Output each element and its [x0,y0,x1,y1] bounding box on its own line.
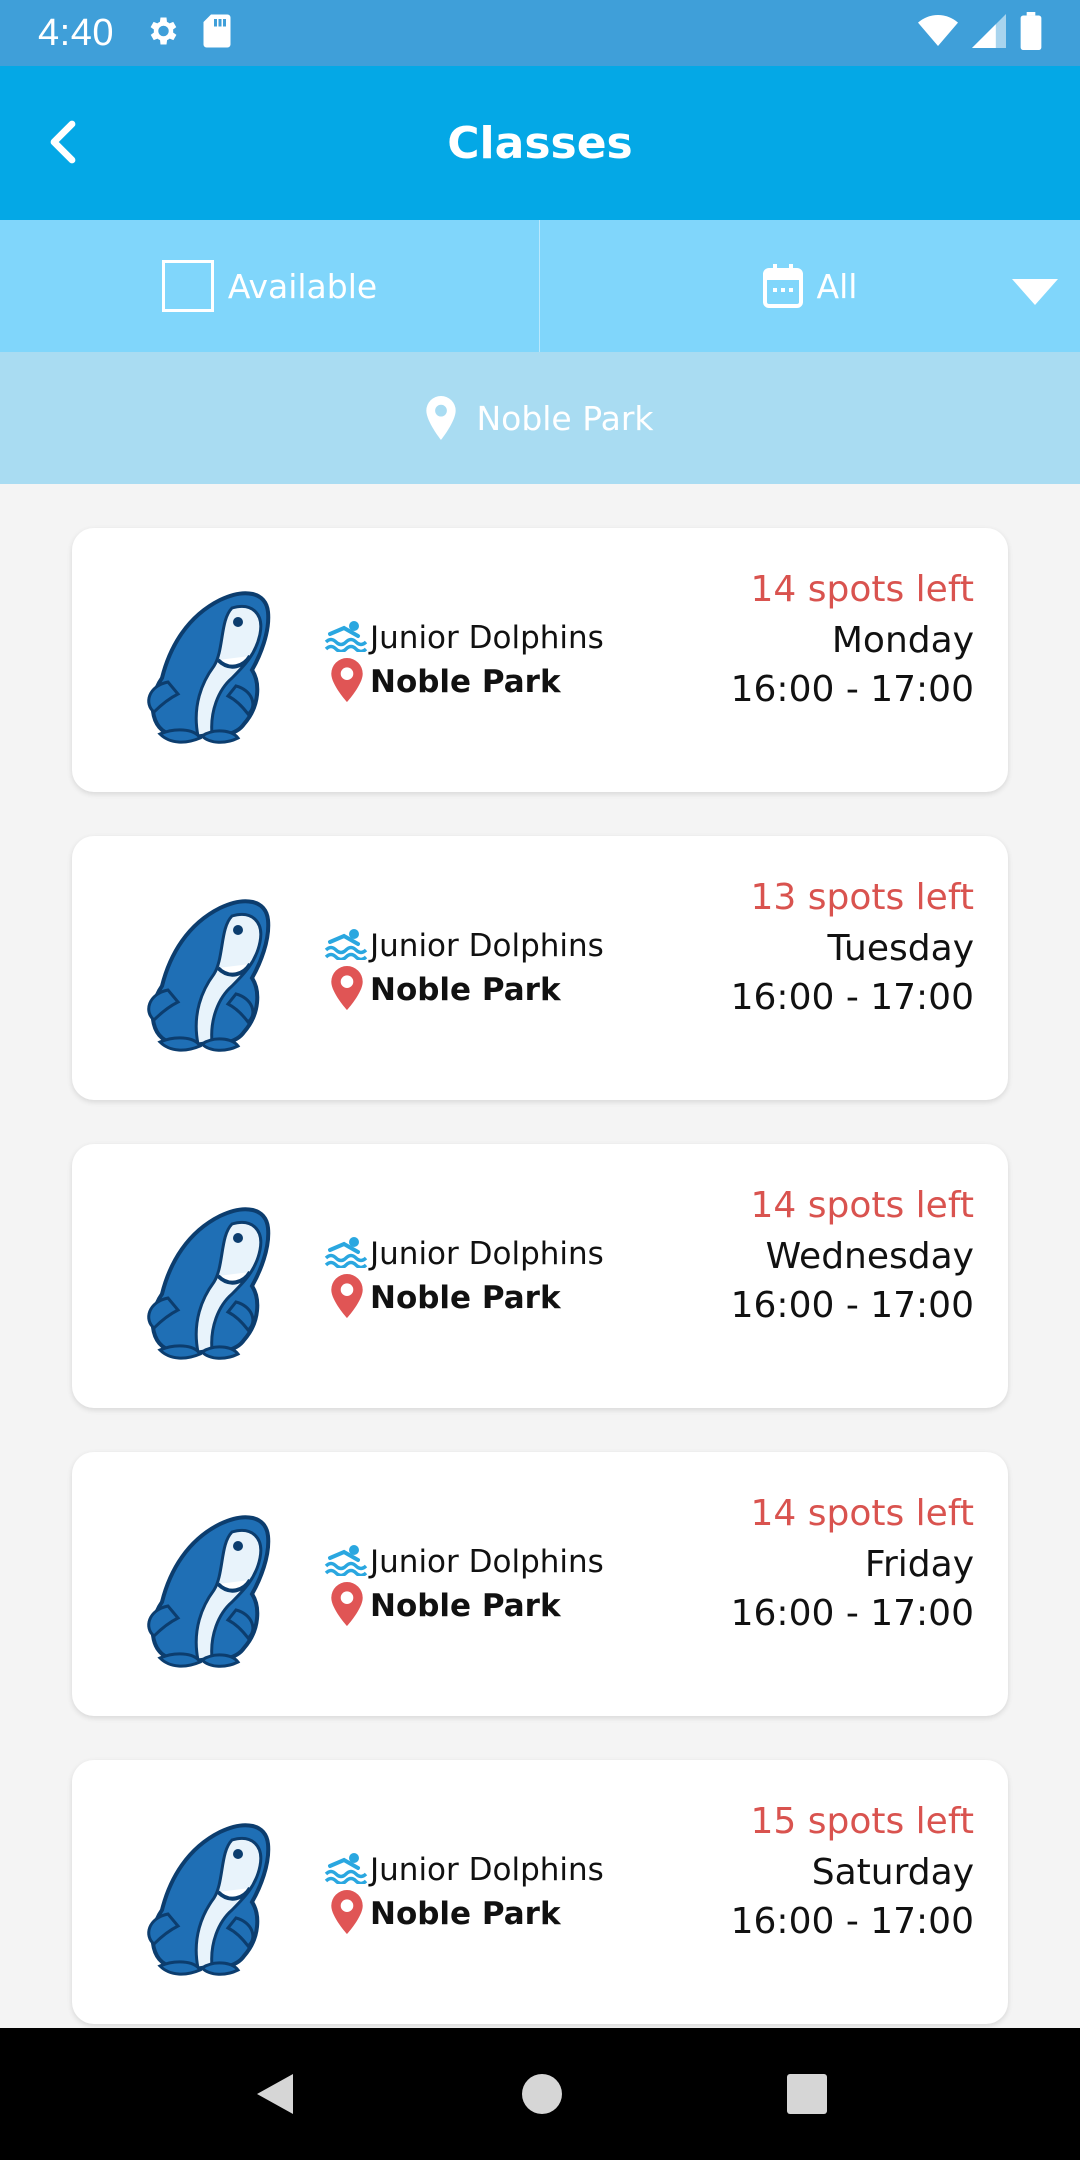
available-label: Available [227,266,378,306]
class-location: Noble Park [370,1896,561,1932]
class-location-row: Noble Park [324,658,604,706]
class-name-row: Junior Dolphins [324,616,604,660]
swimmer-icon [324,1544,368,1580]
class-time: 16:00 - 17:00 [730,977,974,1018]
battery-icon [1020,12,1042,54]
status-time: 4:40 [38,11,114,54]
spots-left: 14 spots left [750,569,974,610]
class-list[interactable]: Junior Dolphins Noble Park 14 spots left… [0,484,1080,2028]
class-name: Junior Dolphins [370,1236,604,1272]
chevron-left-icon [44,118,80,170]
class-day: Wednesday [765,1236,974,1277]
class-location-row: Noble Park [324,1582,604,1630]
class-location-row: Noble Park [324,1890,604,1938]
class-name-row: Junior Dolphins [324,1232,604,1276]
swimmer-icon [324,928,368,964]
class-info: Junior Dolphins Noble Park [324,1848,604,1936]
class-time: 16:00 - 17:00 [730,1285,974,1326]
calendar-icon [762,264,803,308]
class-location: Noble Park [370,664,561,700]
class-location: Noble Park [370,1280,561,1316]
back-button[interactable] [22,104,102,184]
dolphin-mascot-icon [140,894,280,1054]
class-schedule: 15 spots left Saturday 16:00 - 17:00 [731,1796,974,1946]
spots-left: 15 spots left [750,1801,974,1842]
class-day: Saturday [811,1852,974,1893]
gear-icon [144,13,180,53]
class-schedule: 14 spots left Friday 16:00 - 17:00 [731,1488,974,1638]
wifi-icon [918,14,958,52]
class-card[interactable]: Junior Dolphins Noble Park 13 spots left… [72,836,1008,1100]
location-pin-icon [426,396,457,440]
class-card[interactable]: Junior Dolphins Noble Park 14 spots left… [72,1452,1008,1716]
spots-left: 14 spots left [750,1493,974,1534]
class-schedule: 14 spots left Monday 16:00 - 17:00 [731,564,974,714]
class-schedule: 13 spots left Tuesday 16:00 - 17:00 [731,872,974,1022]
class-info: Junior Dolphins Noble Park [324,616,604,704]
class-day: Tuesday [827,928,974,969]
navigation-bar [0,2028,1080,2160]
available-checkbox[interactable] [161,260,214,312]
class-card[interactable]: Junior Dolphins Noble Park 14 spots left… [72,528,1008,792]
swimmer-icon [324,1236,368,1272]
date-filter-label: All [816,266,858,306]
class-card[interactable]: Junior Dolphins Noble Park 15 spots left… [72,1760,1008,2024]
dolphin-mascot-icon [140,1510,280,1670]
class-time: 16:00 - 17:00 [730,1901,974,1942]
class-info: Junior Dolphins Noble Park [324,1540,604,1628]
class-name: Junior Dolphins [370,928,604,964]
spots-left: 13 spots left [750,877,974,918]
class-day: Friday [864,1544,974,1585]
status-icons-right [918,12,1042,54]
class-location: Noble Park [370,1588,561,1624]
class-schedule: 14 spots left Wednesday 16:00 - 17:00 [731,1180,974,1330]
class-location-row: Noble Park [324,1274,604,1322]
class-name-row: Junior Dolphins [324,1848,604,1892]
class-name: Junior Dolphins [370,1544,604,1580]
class-info: Junior Dolphins Noble Park [324,924,604,1012]
status-bar: 4:40 [0,0,1080,66]
map-pin-icon [324,1890,364,1938]
available-filter[interactable]: Available [0,220,540,352]
class-name-row: Junior Dolphins [324,1540,604,1584]
class-time: 16:00 - 17:00 [730,669,974,710]
class-location-row: Noble Park [324,966,604,1014]
map-pin-icon [324,658,364,706]
home-circle-icon[interactable] [521,2074,562,2114]
filter-bar: Available All [0,220,1080,352]
swimmer-icon [324,620,368,656]
class-day: Monday [831,620,974,661]
class-time: 16:00 - 17:00 [730,1593,974,1634]
map-pin-icon [324,966,364,1014]
spots-left: 14 spots left [750,1185,974,1226]
dolphin-mascot-icon [140,1202,280,1362]
dolphin-mascot-icon [140,586,280,746]
signal-icon [972,14,1006,52]
status-icons-left [144,13,232,53]
location-filter-label: Noble Park [476,398,654,438]
class-location: Noble Park [370,972,561,1008]
caret-down-icon [1012,274,1058,313]
class-name: Junior Dolphins [370,1852,604,1888]
date-filter-dropdown[interactable]: All [540,220,1080,352]
app-bar: Classes [0,66,1080,220]
recents-square-icon[interactable] [787,2074,828,2114]
map-pin-icon [324,1274,364,1322]
page-title: Classes [447,117,633,169]
class-name-row: Junior Dolphins [324,924,604,968]
dolphin-mascot-icon [140,1818,280,1978]
sd-card-icon [202,13,232,53]
swimmer-icon [324,1852,368,1888]
back-triangle-icon[interactable] [253,2070,297,2118]
class-info: Junior Dolphins Noble Park [324,1232,604,1320]
location-filter[interactable]: Noble Park [0,352,1080,484]
class-card[interactable]: Junior Dolphins Noble Park 14 spots left… [72,1144,1008,1408]
class-name: Junior Dolphins [370,620,604,656]
map-pin-icon [324,1582,364,1630]
